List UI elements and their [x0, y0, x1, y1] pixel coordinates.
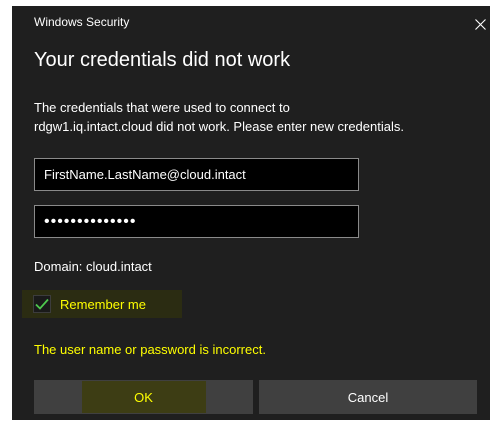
- remember-me-label: Remember me: [60, 296, 146, 312]
- message-line-1: The credentials that were used to connec…: [34, 100, 290, 115]
- ok-button[interactable]: OK: [34, 380, 253, 414]
- message-line-2: rdgw1.iq.intact.cloud did not work. Plea…: [34, 119, 404, 134]
- cancel-button[interactable]: Cancel: [259, 380, 477, 414]
- close-button[interactable]: [470, 12, 490, 36]
- close-icon: [474, 18, 486, 30]
- checkmark-icon: [35, 298, 49, 310]
- username-field[interactable]: [34, 158, 359, 191]
- dialog-message: The credentials that were used to connec…: [34, 98, 486, 136]
- dialog-heading: Your credentials did not work: [34, 49, 291, 71]
- title-bar: Windows Security: [12, 6, 490, 36]
- error-message: The user name or password is incorrect.: [34, 342, 266, 357]
- domain-label: Domain: cloud.intact: [34, 259, 152, 274]
- ok-button-label: OK: [81, 381, 206, 413]
- checkbox-box[interactable]: [33, 295, 51, 313]
- app-title: Windows Security: [34, 15, 130, 29]
- remember-me-checkbox[interactable]: Remember me: [22, 290, 182, 318]
- password-field[interactable]: [34, 205, 359, 238]
- credential-dialog: Windows Security Your credentials did no…: [12, 6, 490, 420]
